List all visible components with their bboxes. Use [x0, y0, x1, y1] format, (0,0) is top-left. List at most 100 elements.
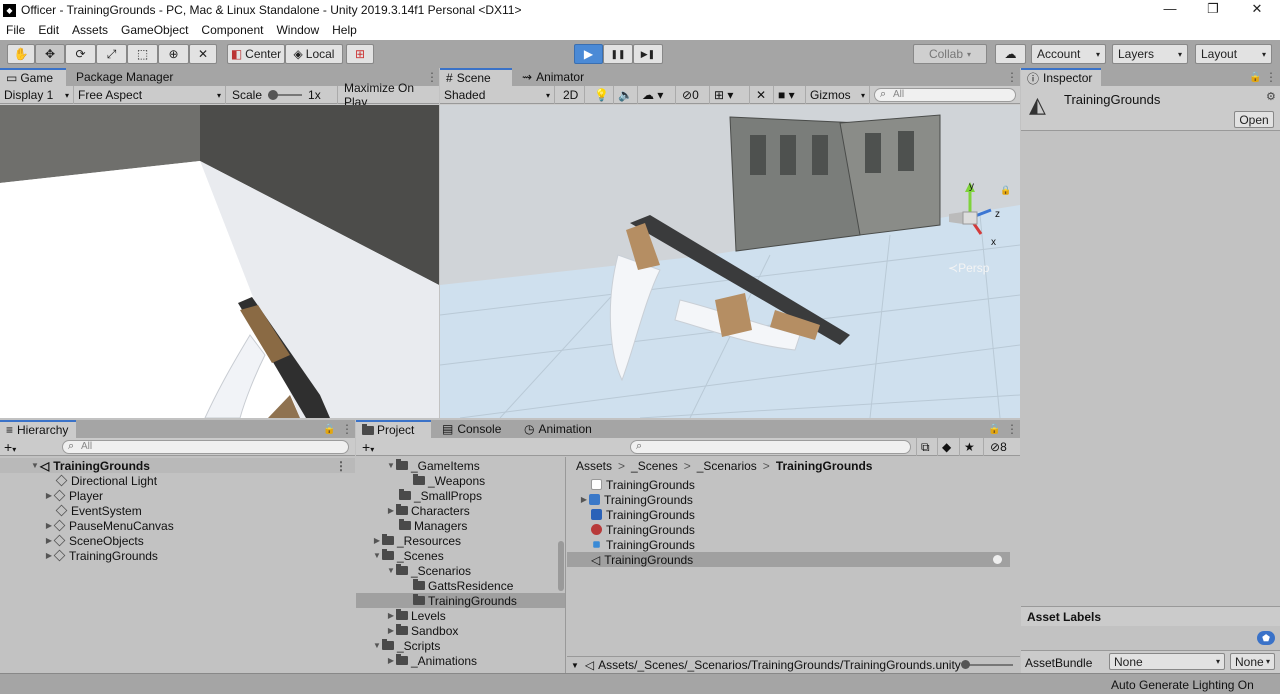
display-dropdown[interactable]: Display 1 ▾	[0, 86, 74, 104]
tab-inspector[interactable]: ⓘ Inspector	[1021, 68, 1101, 86]
menu-help[interactable]: Help	[326, 23, 364, 37]
minimize-button[interactable]: —	[1147, 0, 1193, 20]
scene-search-input[interactable]: All	[874, 88, 1016, 102]
hierarchy-item-traininggrounds[interactable]: ▶ TrainingGrounds	[0, 548, 158, 563]
folder-scripts[interactable]: ▼ _Scripts	[356, 638, 440, 653]
tab-game[interactable]: ▭ Game	[0, 68, 66, 86]
project-search-input[interactable]	[630, 440, 911, 454]
pivot-local-button[interactable]: ◈ Local	[285, 44, 343, 64]
pivot-center-button[interactable]: ◧ Center	[227, 44, 285, 64]
camera-icon[interactable]: ■ ▾	[774, 86, 806, 104]
folder-tree-scrollbar[interactable]	[558, 541, 564, 591]
file-item[interactable]: TrainingGrounds	[567, 537, 695, 552]
tag-icon[interactable]: ⬟	[1257, 631, 1275, 645]
breadcrumb-scenarios[interactable]: _Scenarios	[697, 459, 757, 473]
close-button[interactable]: ✕	[1234, 0, 1280, 20]
hierarchy-item-eventsystem[interactable]: EventSystem	[0, 503, 142, 518]
hierarchy-item-directional-light[interactable]: Directional Light	[0, 473, 157, 488]
menu-window[interactable]: Window	[270, 23, 326, 37]
hierarchy-scene-row[interactable]: ▼ ◁ TrainingGrounds ⋮	[0, 458, 355, 473]
menu-edit[interactable]: Edit	[32, 23, 66, 37]
folder-resources[interactable]: ▶ _Resources	[356, 533, 461, 548]
folder-scenes[interactable]: ▼ _Scenes	[356, 548, 444, 563]
file-item[interactable]: TrainingGrounds	[567, 522, 695, 537]
hierarchy-item-sceneobjects[interactable]: ▶ SceneObjects	[0, 533, 144, 548]
layout-dropdown[interactable]: Layout ▾	[1195, 44, 1272, 64]
tab-animator[interactable]: ⇝ Animator	[516, 68, 590, 86]
snap-grid-icon[interactable]: ⊞	[346, 44, 374, 64]
folder-smallprops[interactable]: _SmallProps	[356, 488, 482, 503]
folder-sandbox[interactable]: ▶ Sandbox	[356, 623, 458, 638]
hidden-objects-toggle[interactable]: ⊘ 0	[678, 86, 710, 104]
maximize-on-play-toggle[interactable]: Maximize On Play	[340, 81, 439, 109]
folder-weapons[interactable]: _Weapons	[356, 473, 485, 488]
file-item[interactable]: ▶ TrainingGrounds	[567, 492, 693, 507]
restore-button[interactable]: ❐	[1190, 0, 1236, 20]
menu-gameobject[interactable]: GameObject	[115, 23, 195, 37]
step-button[interactable]: ▶❚	[633, 44, 663, 64]
menu-assets[interactable]: Assets	[66, 23, 115, 37]
play-button[interactable]: ▶	[574, 44, 603, 64]
file-item-selected[interactable]: ◁ TrainingGrounds	[567, 552, 1010, 567]
file-item[interactable]: TrainingGrounds	[567, 507, 695, 522]
tab-package-manager[interactable]: Package Manager	[70, 68, 179, 86]
project-menu-icon[interactable]: ⋮	[1000, 420, 1024, 438]
hierarchy-search-input[interactable]: All	[62, 440, 349, 454]
open-button[interactable]: Open	[1234, 111, 1274, 128]
breadcrumb-current[interactable]: TrainingGrounds	[776, 459, 873, 473]
folder-managers[interactable]: Managers	[356, 518, 467, 533]
folder-levels[interactable]: ▶ Levels	[356, 608, 446, 623]
custom-tool-icon[interactable]: ✕	[189, 44, 217, 64]
asset-variant-dropdown[interactable]: None ▾	[1230, 653, 1275, 670]
tab-hierarchy[interactable]: ≡ Hierarchy	[0, 420, 76, 438]
collab-button[interactable]: Collab ▾	[913, 44, 987, 64]
folder-gattsresidence[interactable]: GattsResidence	[356, 578, 513, 593]
status-lighting-text[interactable]: Auto Generate Lighting On	[1111, 678, 1254, 692]
filter-label-icon[interactable]: ◆	[938, 438, 960, 456]
transform-tool-icon[interactable]: ⊕	[158, 44, 189, 64]
move-tool-icon[interactable]: ✥	[35, 44, 65, 64]
project-create-button[interactable]: +▾	[362, 439, 374, 455]
filter-type-icon[interactable]: ⧉	[916, 438, 938, 456]
account-dropdown[interactable]: Account ▾	[1031, 44, 1106, 64]
toggle-2d-button[interactable]: 2D	[559, 86, 585, 104]
breadcrumb-assets[interactable]: Assets	[576, 459, 612, 473]
scene-viewport[interactable]	[440, 105, 1020, 418]
folder-gameitems[interactable]: ▼ _GameItems	[356, 458, 480, 473]
asset-bundle-dropdown[interactable]: None ▾	[1109, 653, 1225, 670]
tab-console[interactable]: ▤ Console	[436, 420, 507, 438]
hierarchy-item-pausemenucanvas[interactable]: ▶ PauseMenuCanvas	[0, 518, 174, 533]
pause-button[interactable]: ❚❚	[603, 44, 633, 64]
game-viewport[interactable]	[0, 105, 439, 418]
folder-scenarios[interactable]: ▼ _Scenarios	[356, 563, 471, 578]
persp-label[interactable]: ≺Persp	[948, 261, 989, 275]
icon-size-slider[interactable]	[960, 660, 1013, 669]
folder-characters[interactable]: ▶ Characters	[356, 503, 470, 518]
lock-icon[interactable]: 🔒	[1000, 185, 1011, 196]
tab-scene[interactable]: # Scene	[440, 68, 512, 86]
inspector-menu-icon[interactable]: ⋮	[1259, 68, 1280, 86]
shading-dropdown[interactable]: Shaded ▾	[440, 86, 555, 104]
hierarchy-create-button[interactable]: +▾	[4, 439, 16, 455]
aspect-dropdown[interactable]: Free Aspect ▾	[74, 86, 226, 104]
file-item[interactable]: TrainingGrounds	[567, 477, 695, 492]
path-collapse-icon[interactable]: ▼	[571, 661, 579, 670]
menu-component[interactable]: Component	[195, 23, 270, 37]
scale-slider[interactable]	[268, 90, 303, 100]
rotate-tool-icon[interactable]: ⟳	[65, 44, 96, 64]
folder-traininggrounds[interactable]: TrainingGrounds	[356, 593, 565, 608]
settings-gear-icon[interactable]: ⚙	[1266, 90, 1276, 103]
tools-icon[interactable]: ✕	[752, 86, 774, 104]
grid-icon[interactable]: ⊞ ▾	[710, 86, 750, 104]
scale-tool-icon[interactable]: ⤢	[96, 44, 127, 64]
favorites-star-icon[interactable]: ★	[960, 438, 984, 456]
layers-dropdown[interactable]: Layers ▾	[1112, 44, 1188, 64]
menu-file[interactable]: File	[0, 23, 32, 37]
effects-icon[interactable]: ☁ ▾	[638, 86, 676, 104]
folder-animations[interactable]: ▶ _Animations	[356, 653, 477, 668]
cloud-icon[interactable]: ☁	[995, 44, 1026, 64]
lighting-icon[interactable]: 💡	[590, 86, 614, 104]
project-hidden-toggle[interactable]: ⊘ 8	[986, 438, 1018, 456]
tab-animation[interactable]: ◷ Animation	[518, 420, 598, 438]
tab-project[interactable]: Project	[356, 420, 431, 438]
